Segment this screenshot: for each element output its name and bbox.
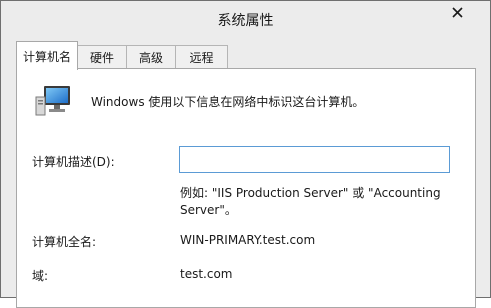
- domain-value: test.com: [180, 267, 233, 281]
- close-icon: [451, 6, 463, 18]
- tab-computer-name[interactable]: 计算机名: [16, 41, 78, 70]
- example-line-2: Server"。: [180, 203, 237, 217]
- description-label: 计算机描述(D):: [32, 155, 115, 169]
- tab-label: 硬件: [89, 50, 114, 65]
- domain-label: 域:: [32, 269, 49, 283]
- computer-name-panel: Windows 使用以下信息在网络中标识这台计算机。 计算机描述(D): 例如:…: [16, 68, 476, 308]
- full-name-value: WIN-PRIMARY.test.com: [180, 233, 316, 247]
- tab-label: 计算机名: [22, 49, 71, 64]
- title-bar[interactable]: 系统属性: [1, 1, 490, 35]
- system-properties-dialog: 系统属性 计算机名 硬件 高级 远程 Windows 使用以下信息在网络中标识这…: [0, 0, 491, 308]
- tab-advanced[interactable]: 高级: [126, 45, 176, 68]
- close-button[interactable]: [442, 1, 472, 23]
- window-title: 系统属性: [217, 13, 274, 29]
- description-example: 例如: "IIS Production Server" 或 "Accountin…: [180, 185, 460, 219]
- intro-text: Windows 使用以下信息在网络中标识这台计算机。: [91, 95, 365, 109]
- tab-hardware[interactable]: 硬件: [77, 45, 127, 68]
- full-name-label: 计算机全名:: [32, 235, 97, 249]
- tab-label: 高级: [138, 50, 163, 65]
- computer-icon: [35, 86, 70, 116]
- tab-remote[interactable]: 远程: [175, 45, 228, 68]
- tab-label: 远程: [189, 50, 214, 65]
- example-line-1: 例如: "IIS Production Server" 或 "Accountin…: [180, 186, 441, 200]
- computer-description-input[interactable]: [179, 146, 450, 173]
